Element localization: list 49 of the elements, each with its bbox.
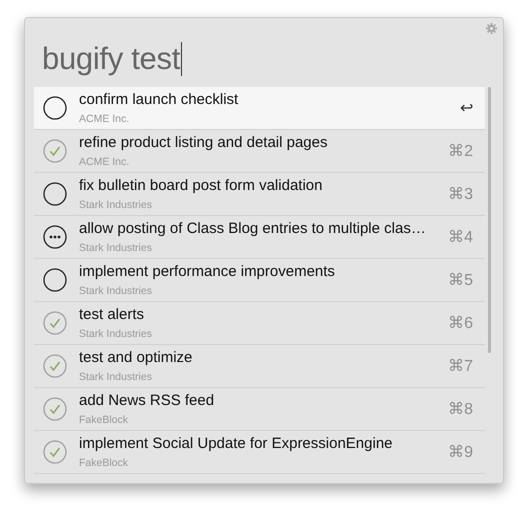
task-title: test and optimize — [79, 348, 194, 366]
result-row[interactable]: implement performance improvements Stark Industries ⌘5 — [34, 259, 486, 302]
shortcut-label: ⌘3 — [447, 185, 474, 204]
result-row[interactable]: refine product listing and detail pages ACME Inc. ⌘2 — [34, 130, 486, 173]
result-row[interactable]: fix bulletin board post form validation Stark Industries ⌘3 — [34, 173, 486, 216]
result-row[interactable]: implement Social Update for ExpressionEngine FakeBlock ⌘9 — [34, 431, 486, 474]
task-title: test alerts — [79, 304, 146, 324]
project-name: Stark Industries — [79, 240, 153, 256]
shortcut-label: ⌘7 — [447, 357, 474, 376]
check-circle-icon[interactable] — [43, 440, 67, 464]
task-title: implement Social Update for ExpressionEngine — [79, 434, 394, 452]
project-name: Stark Industries — [79, 284, 153, 298]
result-row[interactable]: allow posting of Class Blog entries to multiple clas… Stark Industries ⌘4 — [34, 216, 486, 259]
scrollbar[interactable] — [488, 87, 491, 353]
project-name: ACME Inc. — [79, 154, 130, 170]
result-row[interactable]: confirm launch checklist ACME Inc. ↩ — [34, 87, 486, 130]
settings-icon[interactable] — [486, 23, 497, 34]
result-row[interactable]: test alerts Stark Industries ⌘6 — [34, 302, 486, 345]
ellipsis-circle-icon[interactable] — [43, 225, 67, 249]
shortcut-label: ⌘4 — [447, 228, 474, 247]
check-circle-icon[interactable] — [43, 397, 67, 421]
shortcut-label: ⌘5 — [447, 271, 474, 290]
project-name: Stark Industries — [79, 326, 153, 342]
shortcut-label: ⌘6 — [447, 314, 474, 333]
shortcut-label: ⌘9 — [447, 443, 474, 462]
task-title: confirm launch checklist — [79, 90, 240, 108]
project-name: Stark Industries — [79, 370, 153, 384]
search-field[interactable]: bugify test — [42, 40, 180, 76]
project-name: FakeBlock — [79, 456, 130, 470]
check-circle-icon[interactable] — [43, 354, 67, 378]
task-title: allow posting of Class Blog entries to multiple clas… — [79, 218, 427, 238]
task-title: refine product listing and detail pages — [79, 132, 328, 152]
task-title: fix bulletin board post form validation — [79, 176, 324, 194]
project-name: ACME Inc. — [79, 112, 130, 126]
text-cursor — [181, 42, 182, 76]
result-row[interactable]: add News RSS feed FakeBlock ⌘8 — [34, 388, 486, 431]
task-title: implement performance improvements — [79, 262, 336, 280]
check-circle-icon[interactable] — [43, 311, 67, 335]
result-row[interactable]: test and optimize Stark Industries ⌘7 — [34, 345, 486, 388]
task-title: add News RSS feed — [79, 390, 216, 410]
empty-circle-icon[interactable] — [43, 268, 67, 292]
check-circle-icon[interactable] — [43, 139, 67, 163]
shortcut-label: ↩ — [459, 99, 474, 118]
project-name: Stark Industries — [79, 198, 153, 212]
empty-circle-icon[interactable] — [43, 96, 67, 120]
empty-circle-icon[interactable] — [43, 182, 67, 206]
shortcut-label: ⌘8 — [447, 400, 474, 419]
project-name: FakeBlock — [79, 412, 130, 428]
shortcut-label: ⌘2 — [447, 142, 474, 161]
